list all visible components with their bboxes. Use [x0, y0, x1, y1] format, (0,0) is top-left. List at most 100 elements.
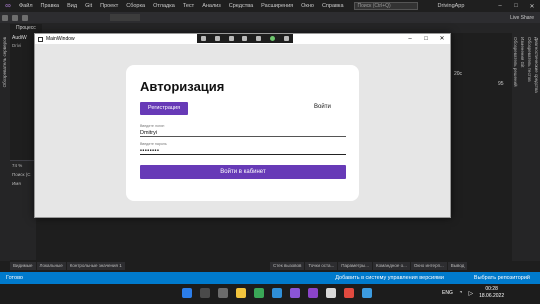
locals-search-input[interactable]: Поиск (C: [10, 170, 36, 179]
panel-subtitle: Drivi: [12, 43, 21, 48]
zoom-level: 74 %: [12, 163, 23, 168]
server-explorer-tab[interactable]: Обозреватель серверов: [2, 37, 7, 87]
app-icon[interactable]: [326, 288, 336, 298]
discord-icon[interactable]: [308, 288, 318, 298]
menu-window[interactable]: Окно: [297, 0, 318, 12]
volume-icon[interactable]: ▷: [468, 290, 473, 297]
git-changes-tab[interactable]: Изменения Git: [520, 33, 525, 261]
clock-date: 18.06.2022: [479, 293, 505, 299]
window-maximize-icon[interactable]: □: [418, 34, 434, 44]
tab-command-window[interactable]: Командное о...: [373, 262, 410, 270]
start-icon[interactable]: [182, 288, 192, 298]
edge-icon[interactable]: [272, 288, 282, 298]
auth-card: Авторизация Регистрация Войти Введите ло…: [126, 65, 359, 201]
menu-build[interactable]: Сборка: [122, 0, 149, 12]
tab-breakpoints[interactable]: Точки оста...: [305, 262, 338, 270]
password-field-label: Введите пароль: [140, 142, 167, 146]
login-field[interactable]: Dmitryi: [140, 129, 346, 137]
layout-adorners-icon[interactable]: [256, 36, 262, 41]
auth-title: Авторизация: [140, 79, 225, 94]
wifi-icon[interactable]: ◔: [459, 290, 463, 296]
register-button[interactable]: Регистрация: [140, 102, 188, 115]
vs-toolbar: Live Share: [0, 12, 540, 23]
solution-explorer-tab[interactable]: Обозреватель решений: [513, 33, 518, 261]
forward-icon[interactable]: [12, 14, 18, 21]
window-icon: [38, 36, 43, 42]
menu-edit[interactable]: Правка: [37, 0, 64, 12]
window-titlebar: MainWindow – □ ✕: [35, 34, 450, 44]
right-tool-rail: Обозреватель решений Изменения Git Обозр…: [512, 33, 540, 261]
locals-panel: 74 % Поиск (C Имя: [10, 160, 36, 260]
collapse-icon[interactable]: [283, 36, 289, 41]
vs-tabstrip: Процесс: [0, 23, 540, 33]
track-focus-icon[interactable]: [242, 36, 248, 41]
main-window: MainWindow – □ ✕ Авторизация Регистрация…: [34, 33, 451, 218]
vs-search-input[interactable]: Поиск (Ctrl+Q): [353, 2, 418, 10]
menu-view[interactable]: Вид: [63, 0, 81, 12]
tab-watch-1[interactable]: Контрольные значения 1: [66, 262, 125, 270]
visual-studio-logo-icon: ∞: [5, 1, 11, 10]
menu-test[interactable]: Тест: [179, 0, 198, 12]
diagnostic-tools-tab[interactable]: Диагностические средства: [534, 33, 539, 261]
menu-project[interactable]: Проект: [96, 0, 122, 12]
window-controls: – □ ✕: [402, 34, 450, 44]
window-close-icon[interactable]: ✕: [434, 34, 450, 44]
tab-output[interactable]: Вывод: [447, 262, 468, 270]
run-target-dropdown[interactable]: [110, 14, 140, 21]
tab-autos[interactable]: Видимые: [10, 262, 36, 270]
chrome-icon[interactable]: [254, 288, 264, 298]
maximize-icon[interactable]: □: [508, 3, 524, 10]
tab-locals[interactable]: Локальные: [36, 262, 66, 270]
app-icon-3[interactable]: [362, 288, 372, 298]
file-explorer-icon[interactable]: [236, 288, 246, 298]
display-adorners-icon[interactable]: [228, 36, 234, 41]
menu-git[interactable]: Git: [81, 0, 96, 12]
search-icon[interactable]: [200, 288, 210, 298]
close-icon[interactable]: ✕: [524, 3, 540, 10]
xaml-debug-toolbar: [197, 34, 293, 43]
select-repository-button[interactable]: Выбрать репозиторий: [474, 275, 530, 281]
live-share-button[interactable]: Live Share: [510, 15, 534, 21]
input-language[interactable]: ENG: [442, 290, 453, 296]
password-field[interactable]: ••••••••: [140, 147, 346, 155]
add-to-source-control-button[interactable]: Добавить в систему управления версиями: [335, 275, 444, 281]
go-to-live-tree-icon[interactable]: [201, 36, 207, 41]
menu-extensions[interactable]: Расширения: [257, 0, 297, 12]
task-view-icon[interactable]: [218, 288, 228, 298]
select-element-icon[interactable]: [215, 36, 221, 41]
window-minimize-icon[interactable]: –: [402, 34, 418, 44]
window-title: MainWindow: [46, 36, 75, 42]
left-tool-rail: Обозреватель серверов: [0, 33, 10, 261]
minimize-icon[interactable]: –: [492, 3, 508, 10]
menu-analyze[interactable]: Анализ: [198, 0, 225, 12]
diagnostics-value-2: 95: [498, 81, 504, 87]
vs-menubar: ∞ Файл Правка Вид Git Проект Сборка Отла…: [0, 0, 540, 12]
solution-name: DrivingApp: [437, 3, 465, 9]
test-explorer-tab[interactable]: Обозреватель тестов: [527, 33, 532, 261]
diagnostics-value: 20c: [454, 71, 463, 77]
login-tab-button[interactable]: Войти: [314, 104, 331, 110]
menu-file[interactable]: Файл: [15, 0, 37, 12]
vs-window-controls: – □ ✕: [492, 3, 540, 10]
right-diagnostics-panel: 20c 95: [450, 33, 512, 261]
back-icon[interactable]: [2, 14, 8, 21]
hot-reload-icon[interactable]: [269, 36, 275, 41]
status-ready: Готово: [6, 275, 23, 281]
menu-debug[interactable]: Отладка: [149, 0, 179, 12]
windows-taskbar: ENG ◔ ▷ 00:28 18.06.2022: [0, 284, 540, 304]
submit-login-button[interactable]: Войти в кабинет: [140, 165, 346, 179]
tab-call-stack[interactable]: Стек вызовов: [270, 262, 305, 270]
tab-exception-settings[interactable]: Параметры...: [338, 262, 373, 270]
login-field-label: Введите логин: [140, 124, 165, 128]
tab-process[interactable]: Процесс: [10, 24, 42, 33]
menu-tools[interactable]: Средства: [225, 0, 257, 12]
taskbar-apps: [178, 288, 376, 298]
save-icon[interactable]: [22, 14, 28, 21]
menu-help[interactable]: Справка: [318, 0, 348, 12]
tab-immediate-window[interactable]: Окно интерп...: [410, 262, 447, 270]
panel-title: AudiW: [12, 35, 27, 41]
visual-studio-icon[interactable]: [290, 288, 300, 298]
bottom-tabs-left: Видимые Локальные Контрольные значения 1: [10, 262, 126, 270]
app-icon-2[interactable]: [344, 288, 354, 298]
clock[interactable]: 00:28 18.06.2022: [479, 286, 504, 300]
